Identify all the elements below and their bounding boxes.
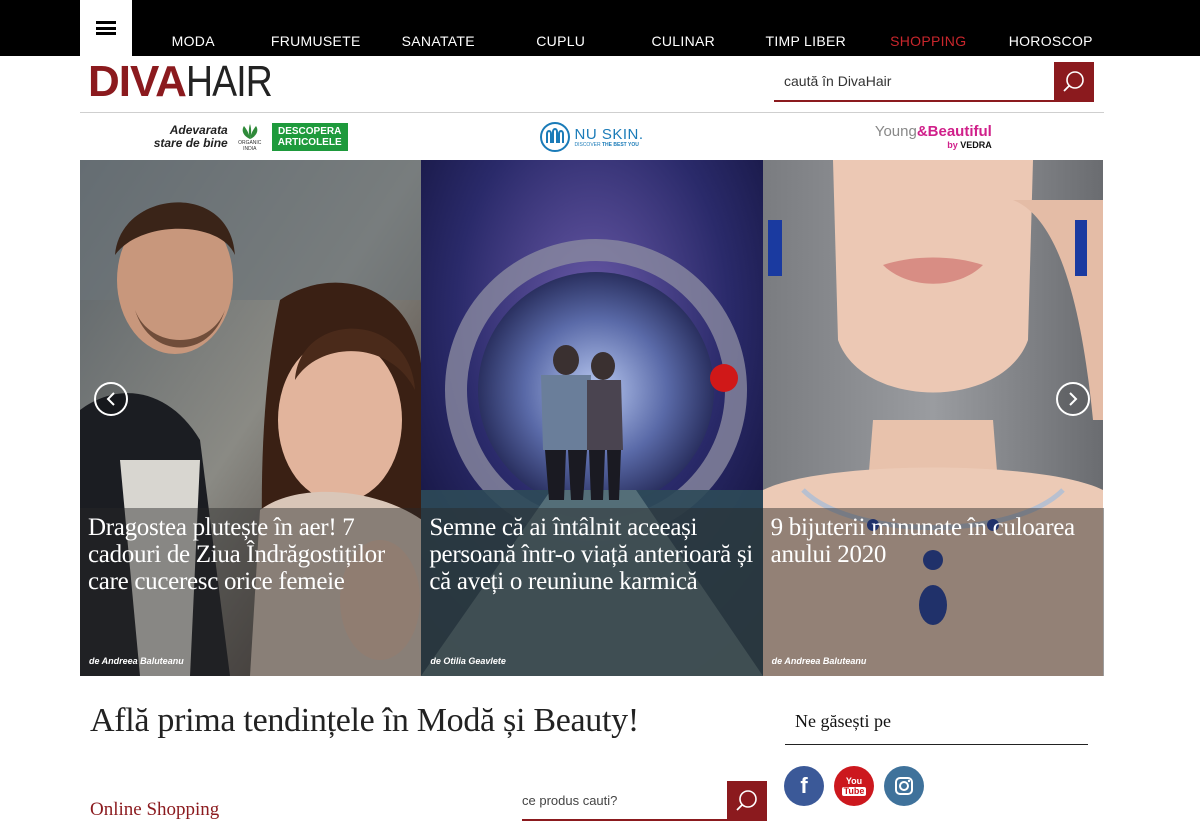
hamburger-icon — [96, 21, 116, 35]
sponsor-tagline-2: stare de bine — [153, 136, 228, 150]
nav-item-sanatate[interactable]: SANATATE — [377, 0, 500, 56]
chevron-right-icon — [1069, 392, 1078, 406]
nav-item-timp-liber[interactable]: TIMP LIBER — [745, 0, 868, 56]
slide-title[interactable]: 9 bijuterii minunate în culoarea anului … — [771, 514, 1096, 568]
discover-articles-button[interactable]: DESCOPERA ARTICOLELE — [271, 123, 348, 151]
nav-item-cuplu[interactable]: CUPLU — [500, 0, 623, 56]
slide-author: de Otilia Geavlete — [430, 656, 506, 666]
slide-title[interactable]: Dragostea plutește în aer! 7 cadouri de … — [88, 514, 413, 595]
search-input[interactable] — [774, 62, 1054, 102]
instagram-button[interactable] — [884, 766, 924, 806]
nav-item-frumusete[interactable]: FRUMUSETE — [255, 0, 378, 56]
nu-skin-slogan-1: DISCOVER — [574, 141, 601, 148]
shopping-headline: Află prima tendințele în Modă și Beauty! — [90, 702, 639, 739]
sponsor-nu-skin[interactable]: NU SKIN. DISCOVER THE BEST YOU — [421, 114, 762, 160]
nu-skin-name: NU SKIN. — [574, 125, 644, 143]
youtube-button[interactable]: You Tube — [834, 766, 874, 806]
slide-karmic-reunion[interactable]: Semne că ai întâlnit aceeași persoană în… — [421, 160, 763, 676]
nav-item-horoscop[interactable]: HOROSCOP — [990, 0, 1113, 56]
cta-line-1: DESCOPERA — [278, 126, 342, 137]
slide-valentines-gifts[interactable]: Dragostea plutește în aer! 7 cadouri de … — [80, 160, 422, 676]
sponsor-bar: Adevarata stare de bine ORGANIC INDIA DES… — [80, 114, 1104, 160]
instagram-icon — [895, 777, 913, 795]
slide-caption: Dragostea plutește în aer! 7 cadouri de … — [80, 508, 422, 676]
site-search — [774, 62, 1094, 102]
search-icon — [1063, 71, 1084, 92]
yb-vedra: VEDRA — [960, 140, 992, 150]
youtube-icon: You Tube — [841, 775, 867, 796]
slide-author: de Andreea Baluteanu — [89, 656, 184, 666]
nav-item-shopping[interactable]: SHOPPING — [867, 0, 990, 56]
social-links: f You Tube — [784, 766, 924, 806]
menu-button[interactable] — [80, 0, 132, 56]
slide-title[interactable]: Semne că ai întâlnit aceeași persoană în… — [429, 514, 754, 595]
social-heading: Ne găsești pe — [785, 708, 1088, 745]
site-header: DIVA HAIR — [80, 56, 1104, 113]
slide-jewelry-2020[interactable]: 9 bijuterii minunate în culoarea anului … — [762, 160, 1104, 676]
chevron-left-icon — [106, 392, 115, 406]
sponsor-organic-india[interactable]: Adevarata stare de bine ORGANIC INDIA DES… — [80, 114, 421, 160]
slide-caption: Semne că ai întâlnit aceeași persoană în… — [421, 508, 763, 676]
product-search-input[interactable] — [522, 781, 728, 821]
slide-caption: 9 bijuterii minunate în culoarea anului … — [762, 508, 1104, 676]
organic-india-brand-2: INDIA — [243, 146, 257, 152]
cta-line-2: ARTICOLELE — [277, 137, 342, 148]
yb-by: by — [947, 140, 958, 150]
logo-bold-text: DIVA — [88, 57, 187, 106]
organic-india-logo: ORGANIC INDIA — [234, 122, 266, 152]
slide-author: de Andreea Baluteanu — [771, 656, 867, 666]
site-logo[interactable]: DIVA HAIR — [88, 59, 287, 105]
nu-skin-logo-icon — [540, 122, 571, 152]
slider-prev-button[interactable] — [94, 382, 128, 416]
online-shopping-label[interactable]: Online Shopping — [90, 799, 219, 821]
featured-slider: Dragostea plutește în aer! 7 cadouri de … — [80, 160, 1104, 676]
youtube-glyph-2: Tube — [841, 785, 867, 796]
facebook-icon: f — [800, 773, 808, 798]
product-search — [522, 781, 767, 821]
slider-next-button[interactable] — [1056, 382, 1090, 416]
logo-light-text: HAIR — [185, 57, 273, 106]
search-button[interactable] — [1054, 62, 1094, 102]
nav-item-culinar[interactable]: CULINAR — [622, 0, 745, 56]
sponsor-young-beautiful[interactable]: Young&Beautiful by VEDRA — [763, 114, 1104, 160]
nav-item-moda[interactable]: MODA — [132, 0, 255, 56]
top-navigation-bar: MODA FRUMUSETE SANATATE CUPLU CULINAR TI… — [0, 0, 1200, 56]
search-icon — [736, 790, 757, 811]
youtube-glyph-1: You — [845, 775, 863, 786]
yb-part-2: &Beautiful — [916, 123, 992, 140]
facebook-button[interactable]: f — [784, 766, 824, 806]
main-nav: MODA FRUMUSETE SANATATE CUPLU CULINAR TI… — [132, 0, 1112, 56]
yb-part-1: Young — [874, 123, 917, 140]
nu-skin-slogan-2: THE BEST YOU — [602, 141, 639, 148]
social-label: Ne găsești pe — [795, 711, 891, 731]
product-search-button[interactable] — [727, 781, 767, 821]
